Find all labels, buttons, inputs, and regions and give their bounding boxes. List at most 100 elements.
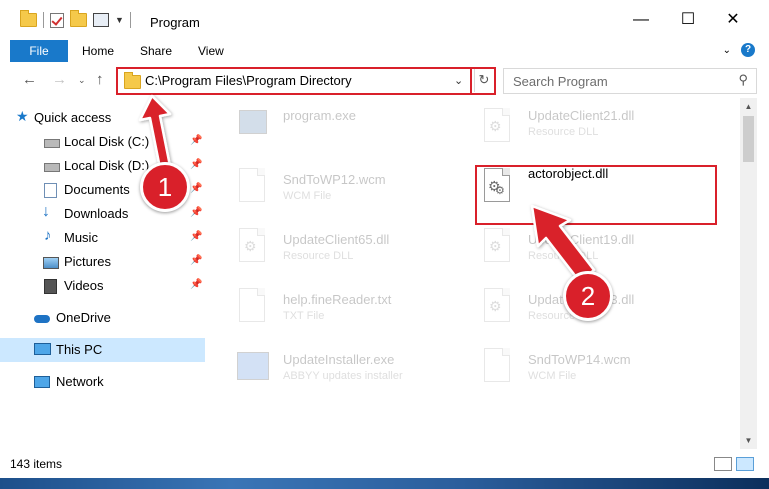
help-icon[interactable]: ? (741, 43, 755, 57)
refresh-highlight-box (470, 67, 496, 95)
music-icon: ♪ (44, 227, 52, 244)
expand-ribbon-chevron-icon[interactable]: ⌄ (723, 45, 731, 56)
search-input[interactable]: Search Program ⚲ (503, 68, 757, 94)
sidebar-item-label: Videos (64, 278, 104, 293)
large-icons-view-icon[interactable] (736, 457, 754, 471)
step-callout-2: 2 (563, 271, 613, 321)
file-type: Resource DLL (528, 126, 599, 138)
tab-share[interactable]: Share (140, 40, 172, 62)
customize-toolbar-chevron-icon[interactable]: ▼ (115, 15, 124, 25)
new-folder-icon[interactable] (70, 10, 87, 27)
sidebar-item-quick-access[interactable]: ★ Quick access (0, 106, 205, 130)
up-arrow-icon[interactable]: ↑ (96, 71, 104, 88)
sidebar-item-videos[interactable]: Videos 📌 (0, 274, 205, 298)
scroll-down-arrow-icon[interactable]: ▼ (740, 432, 757, 449)
sidebar-item-music[interactable]: ♪ Music 📌 (0, 226, 205, 250)
navigation-bar: ← → ⌄ ↑ C:\Program Files\Program Directo… (0, 62, 769, 98)
pin-icon[interactable]: 📌 (190, 279, 202, 290)
pin-icon[interactable]: 📌 (190, 159, 202, 170)
back-arrow-icon[interactable]: ← (22, 71, 37, 88)
computer-icon (34, 343, 51, 355)
wcm-file-icon (480, 346, 514, 388)
file-item[interactable]: ⚙ UpdateClient19.dll Resource DLL (480, 226, 720, 276)
recent-locations-chevron-icon[interactable]: ⌄ (78, 75, 86, 86)
file-name: SndToWP12.wcm (283, 172, 386, 187)
file-item[interactable]: program.exe (235, 106, 475, 156)
file-item[interactable]: UpdateInstaller.exe ABBYY updates instal… (235, 346, 475, 396)
scroll-thumb[interactable] (743, 116, 754, 162)
file-name: UpdateInstaller.exe (283, 352, 395, 367)
item-count: 143 items (10, 457, 63, 471)
pin-icon[interactable]: 📌 (190, 231, 202, 242)
navigation-pane: ★ Quick access Local Disk (C:) 📌 Local D… (0, 98, 205, 449)
explorer-window: ▼ Program — ☐ ✕ File Home Share View ⌄ ?… (0, 0, 769, 478)
sidebar-item-label: Local Disk (C:) (64, 134, 150, 149)
window-title: Program (150, 15, 200, 30)
dll-file-icon: ⚙ (480, 286, 514, 328)
file-type: Resource DLL (283, 250, 354, 262)
sidebar-item-label: Quick access (34, 110, 112, 125)
sidebar-item-pictures[interactable]: Pictures 📌 (0, 250, 205, 274)
file-name: SndToWP14.wcm (528, 352, 631, 367)
pin-icon[interactable]: 📌 (190, 183, 202, 194)
vertical-scrollbar[interactable]: ▲ ▼ (740, 98, 757, 449)
minimize-button[interactable]: — (626, 8, 656, 32)
sidebar-item-onedrive[interactable]: OneDrive (0, 306, 205, 330)
forward-arrow-icon[interactable]: → (52, 71, 67, 88)
tab-view[interactable]: View (198, 40, 224, 62)
videos-icon (44, 279, 57, 294)
pictures-icon (43, 257, 59, 269)
file-type: WCM File (283, 190, 332, 202)
sidebar-item-label: This PC (56, 342, 103, 357)
sidebar-item-label: Downloads (64, 206, 129, 221)
folder-icon[interactable] (20, 10, 37, 27)
file-item[interactable]: SndToWP14.wcm WCM File (480, 346, 720, 396)
dll-file-icon: ⚙ (480, 106, 514, 148)
search-icon[interactable]: ⚲ (738, 72, 748, 88)
details-view-icon[interactable] (714, 457, 732, 471)
view-details-icon[interactable] (93, 13, 109, 27)
pin-icon[interactable]: 📌 (190, 255, 202, 266)
sidebar-item-local-disk-c[interactable]: Local Disk (C:) 📌 (0, 130, 205, 154)
close-button[interactable]: ✕ (718, 8, 748, 32)
onedrive-icon (34, 315, 50, 323)
file-type: WCM File (528, 370, 577, 382)
search-placeholder: Search Program (513, 74, 608, 89)
title-bar: ▼ Program — ☐ ✕ (0, 0, 769, 40)
file-highlight-box (475, 165, 717, 225)
dll-file-icon: ⚙ (480, 226, 514, 268)
ribbon-tabs: File Home Share View ⌄ ? (0, 40, 769, 63)
sidebar-item-label: Pictures (64, 254, 111, 269)
wcm-file-icon (235, 166, 269, 208)
file-item[interactable]: ⚙ UpdateClient65.dll Resource DLL (235, 226, 475, 276)
step-callout-1: 1 (140, 162, 190, 212)
scroll-up-arrow-icon[interactable]: ▲ (740, 98, 757, 115)
file-type: TXT File (283, 310, 325, 322)
documents-icon (44, 183, 57, 198)
toolbar-divider (129, 12, 131, 28)
pin-icon[interactable]: 📌 (190, 207, 202, 218)
address-highlight-box (116, 67, 472, 95)
sidebar-item-label: Local Disk (D:) (64, 158, 150, 173)
pin-icon[interactable]: 📌 (190, 135, 202, 146)
tab-file[interactable]: File (10, 40, 68, 62)
sidebar-item-label: Documents (64, 182, 130, 197)
txt-file-icon (235, 286, 269, 328)
ribbon-controls: ⌄ ? (723, 43, 755, 57)
file-name: help.fineReader.txt (283, 292, 392, 307)
file-name: UpdateClient21.dll (528, 108, 635, 123)
exe-file-icon (235, 106, 269, 148)
downloads-icon: ↓ (42, 203, 50, 220)
sidebar-item-this-pc[interactable]: This PC (0, 338, 205, 362)
maximize-button[interactable]: ☐ (673, 8, 703, 32)
file-item[interactable]: SndToWP12.wcm WCM File (235, 166, 475, 216)
quick-access-toolbar: ▼ (20, 10, 131, 28)
star-icon: ★ (16, 108, 29, 124)
file-item[interactable]: ⚙ UpdateClient21.dll Resource DLL (480, 106, 720, 156)
properties-check-icon[interactable] (50, 12, 64, 28)
toolbar-divider (43, 12, 44, 28)
sidebar-item-network[interactable]: Network (0, 370, 205, 394)
sidebar-item-label: OneDrive (56, 310, 111, 325)
file-item[interactable]: help.fineReader.txt TXT File (235, 286, 475, 336)
tab-home[interactable]: Home (82, 40, 114, 62)
